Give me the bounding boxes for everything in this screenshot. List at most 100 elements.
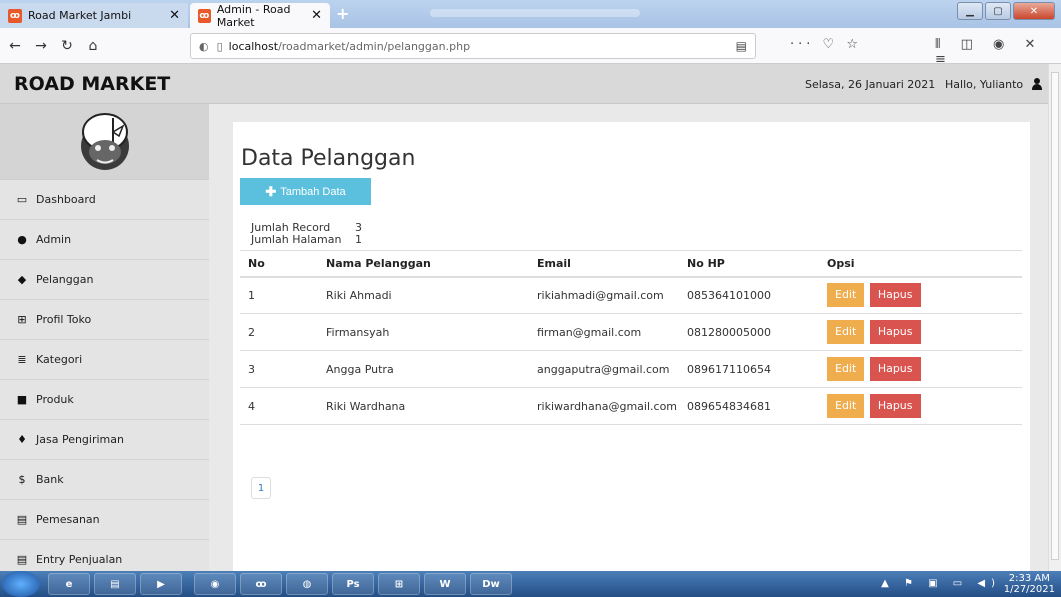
address-bar[interactable]: ◐ ▯ localhost/roadmarket/admin/pelanggan… bbox=[190, 33, 756, 59]
sidebar-item-profil-toko[interactable]: ⊞ Profil Toko bbox=[0, 300, 209, 340]
explorer-icon[interactable]: ▤ bbox=[94, 573, 136, 595]
shield-icon: ◐ bbox=[199, 39, 209, 53]
credit-card-icon: ▤ bbox=[16, 553, 28, 566]
map-marker-icon: ♦ bbox=[17, 433, 27, 446]
credit-card-icon: ▤ bbox=[16, 513, 28, 526]
cell-opsi: Edit Hapus bbox=[819, 313, 1022, 351]
toolbar-icons[interactable]: ⫴ ◫ ◉ ✕ ≡ bbox=[935, 37, 1061, 67]
delete-button[interactable]: Hapus bbox=[869, 394, 921, 418]
cell-no: 4 bbox=[240, 387, 318, 425]
monitor-icon: ▭ bbox=[16, 193, 28, 206]
chrome-icon[interactable]: ◉ bbox=[194, 573, 236, 595]
edit-button[interactable]: Edit bbox=[827, 394, 865, 418]
sidebar-item-produk[interactable]: ■ Produk bbox=[0, 380, 209, 420]
sidebar-item-label: Admin bbox=[36, 233, 72, 246]
browser-navbar: ← → ↻ ⌂ ◐ ▯ localhost/roadmarket/admin/p… bbox=[0, 28, 1061, 67]
cell-nama: Riki Ahmadi bbox=[318, 276, 529, 314]
sidebar-item-label: Profil Toko bbox=[36, 313, 92, 326]
reader-view-icon[interactable]: ▤ bbox=[736, 39, 747, 53]
cell-email: rikiahmadi@gmail.com bbox=[529, 276, 679, 314]
cell-no-hp: 085364101000 bbox=[679, 276, 819, 314]
close-tab-icon[interactable]: ✕ bbox=[311, 8, 322, 23]
clock-date: 1/27/2021 bbox=[1003, 584, 1055, 595]
header-opsi: Opsi bbox=[819, 250, 1022, 278]
reload-icon[interactable]: ↻ bbox=[56, 38, 78, 54]
sidebar: ▭ Dashboard ● Admin ◆ Pelanggan ⊞ Profil… bbox=[0, 104, 209, 580]
edit-button[interactable]: Edit bbox=[827, 320, 865, 344]
cell-opsi: Edit Hapus bbox=[819, 276, 1022, 314]
table-row: 3 Angga Putra anggaputra@gmail.com 08961… bbox=[240, 350, 1022, 388]
browser-tab-admin[interactable]: ꝏ Admin - Road Market ✕ bbox=[190, 2, 330, 29]
vertical-scrollbar[interactable] bbox=[1048, 64, 1061, 571]
scrollbar-thumb[interactable] bbox=[1051, 72, 1059, 560]
current-date: Selasa, 26 Januari 2021 bbox=[805, 78, 936, 91]
browser-tabbar: ꝏ Road Market Jambi ✕ ꝏ Admin - Road Mar… bbox=[0, 0, 1061, 29]
sidebar-item-pemesanan[interactable]: ▤ Pemesanan bbox=[0, 500, 209, 540]
back-icon[interactable]: ← bbox=[4, 38, 26, 54]
plus-icon: ✚ bbox=[265, 183, 277, 199]
delete-button[interactable]: Hapus bbox=[869, 357, 921, 381]
control-panel-icon[interactable]: ⊞ bbox=[378, 573, 420, 595]
header-no: No bbox=[240, 250, 318, 278]
cell-nama: Firmansyah bbox=[318, 313, 529, 351]
sidebar-item-admin[interactable]: ● Admin bbox=[0, 220, 209, 260]
user-greeting[interactable]: Hallo, Yulianto bbox=[945, 78, 1043, 91]
sidebar-item-bank[interactable]: $ Bank bbox=[0, 460, 209, 500]
delete-button[interactable]: Hapus bbox=[869, 320, 921, 344]
greeting-text: Hallo, Yulianto bbox=[945, 78, 1024, 91]
xampp-icon: ꝏ bbox=[198, 8, 211, 23]
close-tab-icon[interactable]: ✕ bbox=[169, 8, 180, 23]
add-data-label: Tambah Data bbox=[280, 185, 346, 198]
xampp-icon[interactable]: ꝏ bbox=[240, 573, 282, 595]
cell-no-hp: 089617110654 bbox=[679, 350, 819, 388]
window-title-blur bbox=[430, 9, 640, 17]
delete-button[interactable]: Hapus bbox=[869, 283, 921, 308]
sidebar-item-jasa-pengiriman[interactable]: ♦ Jasa Pengiriman bbox=[0, 420, 209, 460]
maximize-icon[interactable]: ▢ bbox=[985, 2, 1011, 20]
header-no-hp: No HP bbox=[679, 250, 819, 278]
cell-no: 1 bbox=[240, 276, 318, 314]
customer-table: No Nama Pelanggan Email No HP Opsi 1 Rik… bbox=[240, 250, 1022, 425]
user-icon: ● bbox=[17, 233, 27, 246]
sidebar-item-kategori[interactable]: ≣ Kategori bbox=[0, 340, 209, 380]
forward-icon[interactable]: → bbox=[30, 38, 52, 54]
gorilla-logo-icon bbox=[80, 112, 129, 170]
ie-icon[interactable]: e bbox=[48, 573, 90, 595]
browser-tab-road-market-jambi[interactable]: ꝏ Road Market Jambi ✕ bbox=[0, 3, 188, 28]
sidebar-item-pelanggan[interactable]: ◆ Pelanggan bbox=[0, 260, 209, 300]
cell-no: 2 bbox=[240, 313, 318, 351]
page-count-value: 1 bbox=[355, 233, 362, 246]
firefox-icon[interactable]: ◍ bbox=[286, 573, 328, 595]
windows-taskbar: e ▤ ▶ ◉ ꝏ ◍ Ps ⊞ W Dw ▲ ⚑ ▣ ▭ ◀) 2:33 AM… bbox=[0, 571, 1061, 597]
cell-nama: Angga Putra bbox=[318, 350, 529, 388]
home-icon[interactable]: ⌂ bbox=[82, 38, 104, 54]
page-count-label: Jumlah Halaman bbox=[251, 233, 342, 246]
tab-title: Admin - Road Market bbox=[216, 2, 291, 29]
sidebar-item-dashboard[interactable]: ▭ Dashboard bbox=[0, 180, 209, 220]
start-button[interactable] bbox=[2, 571, 40, 597]
system-tray-icons[interactable]: ▲ ⚑ ▣ ▭ ◀) bbox=[881, 578, 1001, 589]
main-content: Data Pelanggan ✚ Tambah Data Jumlah Reco… bbox=[209, 104, 1048, 582]
dreamweaver-icon[interactable]: Dw bbox=[470, 573, 512, 595]
table-row: 1 Riki Ahmadi rikiahmadi@gmail.com 08536… bbox=[240, 276, 1022, 314]
sidebar-item-label: Pemesanan bbox=[36, 513, 100, 526]
word-icon[interactable]: W bbox=[424, 573, 466, 595]
minimize-icon[interactable]: ▁ bbox=[957, 2, 983, 20]
edit-button[interactable]: Edit bbox=[827, 357, 865, 381]
system-clock[interactable]: 2:33 AM 1/27/2021 bbox=[1004, 573, 1055, 595]
dollar-icon: $ bbox=[18, 473, 26, 486]
pagination-page-1[interactable]: 1 bbox=[251, 477, 271, 499]
new-tab-icon[interactable]: + bbox=[336, 4, 349, 23]
content-panel: Data Pelanggan ✚ Tambah Data Jumlah Reco… bbox=[233, 122, 1030, 582]
cell-email: firman@gmail.com bbox=[529, 313, 679, 351]
media-player-icon[interactable]: ▶ bbox=[140, 573, 182, 595]
close-window-icon[interactable]: ✕ bbox=[1013, 2, 1055, 20]
record-summary: Jumlah Record 3 Jumlah Halaman 1 bbox=[251, 222, 362, 246]
url-path: /roadmarket/admin/pelanggan.php bbox=[278, 39, 471, 53]
photoshop-icon[interactable]: Ps bbox=[332, 573, 374, 595]
add-data-button[interactable]: ✚ Tambah Data bbox=[240, 178, 371, 205]
edit-button[interactable]: Edit bbox=[827, 283, 865, 308]
page-actions-icon[interactable]: ··· ♡ ☆ bbox=[790, 37, 862, 52]
logo-area bbox=[0, 104, 209, 180]
cell-opsi: Edit Hapus bbox=[819, 350, 1022, 388]
